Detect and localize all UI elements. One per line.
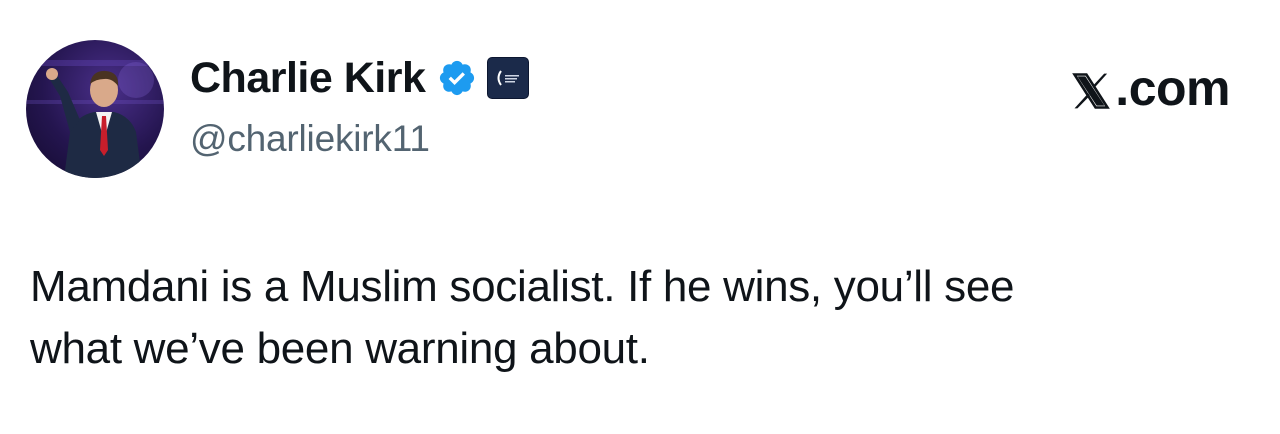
tweet-text: Mamdani is a Muslim socialist. If he win… — [30, 256, 1260, 380]
x-logo-icon — [1069, 66, 1113, 110]
display-name[interactable]: Charlie Kirk — [190, 52, 426, 104]
source-label: .com — [1069, 58, 1230, 118]
tweet-text-line: Mamdani is a Muslim socialist. If he win… — [30, 262, 1015, 311]
avatar[interactable] — [26, 40, 164, 178]
author-name-row: Charlie Kirk — [190, 52, 530, 104]
author-handle[interactable]: @charliekirk11 — [190, 116, 430, 162]
source-domain-text: .com — [1115, 60, 1230, 116]
verified-badge-icon[interactable] — [437, 58, 477, 98]
affiliate-organization-badge-icon[interactable] — [487, 57, 530, 99]
tweet-card: Charlie Kirk @charliekirk11 .com Mamdani… — [0, 0, 1280, 434]
tweet-text-line: what we’ve been warning about. — [30, 324, 650, 373]
